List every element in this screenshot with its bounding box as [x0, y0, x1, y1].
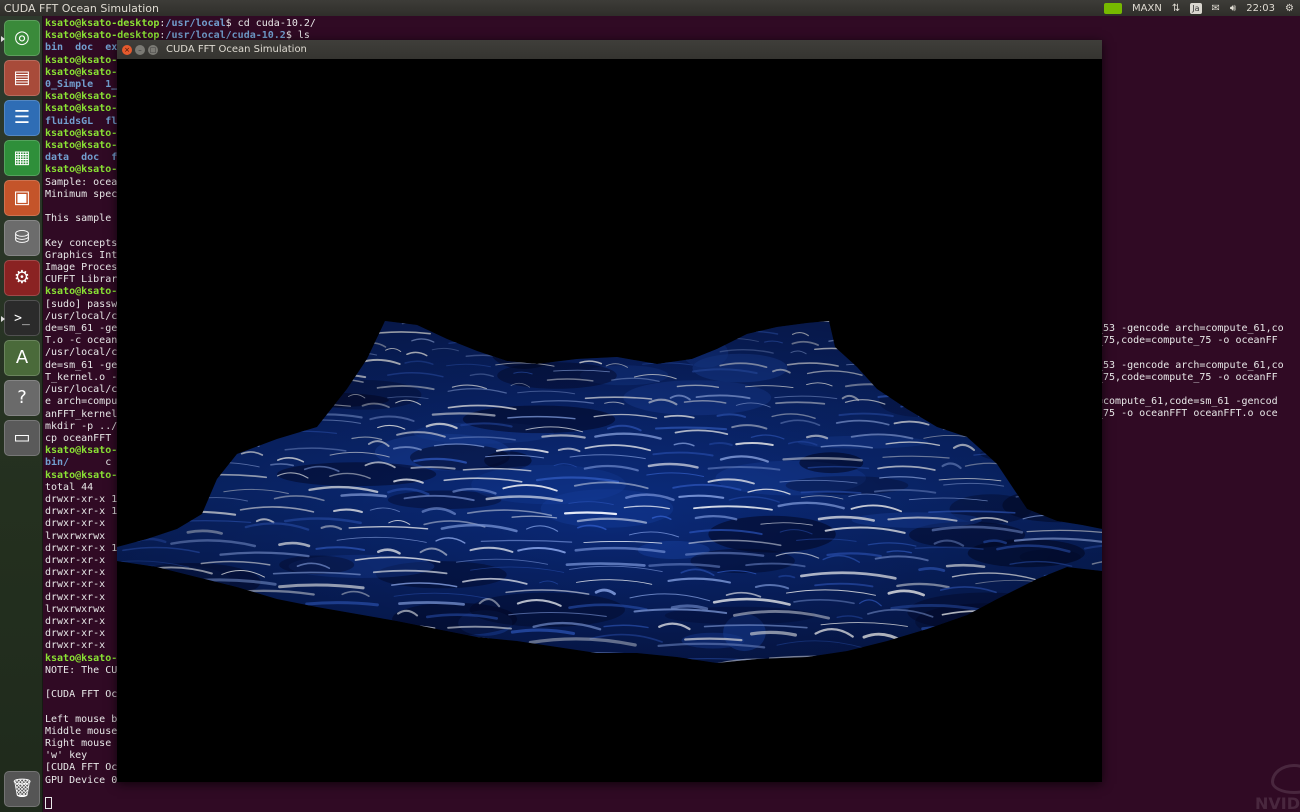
ocean-render-canvas[interactable]	[117, 59, 1102, 782]
window-title: CUDA FFT Ocean Simulation	[166, 44, 307, 55]
launcher-system-settings[interactable]: ⚙	[4, 260, 40, 296]
top-panel: CUDA FFT Ocean Simulation MAXN ⇅ Ja ✉ 🔊︎…	[0, 0, 1300, 16]
terminal-line-overflow: _53 -gencode arch=compute_61,co	[1097, 323, 1284, 334]
maximize-button[interactable]: □	[148, 44, 158, 55]
terminal-line-overflow: _75,code=compute_75 -o oceanFF	[1097, 335, 1278, 347]
terminal-line-overflow: =compute_61,code=sm_61 -gencod	[1097, 396, 1278, 408]
terminal-icon: >_	[14, 310, 30, 326]
terminal-line-overflow: _53 -gencode arch=compute_61,co	[1097, 359, 1284, 371]
terminal-line: ksato@ksato-desktop:/usr/local$ cd cuda-…	[45, 18, 316, 29]
terminal-line-overflow: _75,code=compute_75 -o oceanFF	[1097, 371, 1278, 383]
launcher-impress[interactable]: ▣	[4, 180, 40, 216]
clock[interactable]: 22:03	[1246, 3, 1275, 14]
launcher-ubuntu-dash[interactable]: ◎	[1, 20, 40, 56]
ocean-surface	[117, 321, 1102, 663]
presentation-icon: ▣	[13, 187, 31, 208]
mail-icon[interactable]: ✉	[1212, 3, 1220, 14]
shopping-bag-icon: ⛁	[14, 227, 30, 248]
launcher-files[interactable]: ▤	[4, 60, 40, 96]
gear-icon[interactable]: ⚙	[1285, 3, 1294, 14]
window-titlebar[interactable]: × – □ CUDA FFT Ocean Simulation	[117, 40, 1102, 59]
close-button[interactable]: ×	[122, 44, 132, 55]
launcher-disk[interactable]: ▭	[4, 420, 40, 456]
drive-icon: ▭	[13, 427, 31, 448]
question-mark-icon: ?	[17, 387, 27, 408]
perf-mode-label[interactable]: MAXN	[1132, 3, 1162, 14]
launcher: ◎ ▤ ☰ ▦ ▣ ⛁ ⚙ >_ A? ▭ 🗑︎	[0, 16, 43, 812]
volume-icon[interactable]: 🔊︎	[1230, 3, 1236, 14]
terminal-line-overflow: _75 -o oceanFFT oceanFFT.o oce	[1097, 408, 1278, 420]
ocean-simulation-window[interactable]: × – □ CUDA FFT Ocean Simulation	[117, 40, 1102, 782]
trash-bin-icon: 🗑︎	[10, 778, 34, 799]
terminal-cursor	[45, 797, 52, 809]
launcher-help[interactable]: ?	[4, 380, 40, 416]
gear-wrench-icon: ⚙	[13, 267, 31, 288]
nvidia-eye-logo	[1271, 764, 1300, 794]
nvidia-icon[interactable]	[1104, 2, 1123, 14]
launcher-writer[interactable]: ☰	[4, 100, 40, 136]
spreadsheet-icon: ▦	[13, 147, 31, 168]
minimize-button[interactable]: –	[135, 44, 145, 55]
launcher-terminal[interactable]: >_	[1, 300, 40, 336]
update-a-icon: A	[15, 347, 29, 368]
document-icon: ☰	[13, 107, 31, 128]
network-icon[interactable]: ⇅	[1172, 3, 1180, 14]
launcher-calc[interactable]: ▦	[4, 140, 40, 176]
keyboard-layout-indicator[interactable]: Ja	[1190, 2, 1202, 14]
launcher-software-center[interactable]: ⛁	[4, 220, 40, 256]
launcher-software-updater[interactable]: A	[4, 340, 40, 376]
desktop: CUDA FFT Ocean Simulation MAXN ⇅ Ja ✉ 🔊︎…	[0, 0, 1300, 812]
nvidia-watermark: NVIDIA.	[1255, 764, 1300, 812]
system-tray: MAXN ⇅ Ja ✉ 🔊︎ 22:03 ⚙	[1104, 2, 1300, 14]
ubuntu-logo-icon: ◎	[14, 27, 30, 48]
active-app-title: CUDA FFT Ocean Simulation	[4, 1, 159, 15]
launcher-trash[interactable]: 🗑︎	[4, 771, 40, 807]
file-cabinet-icon: ▤	[13, 67, 31, 88]
